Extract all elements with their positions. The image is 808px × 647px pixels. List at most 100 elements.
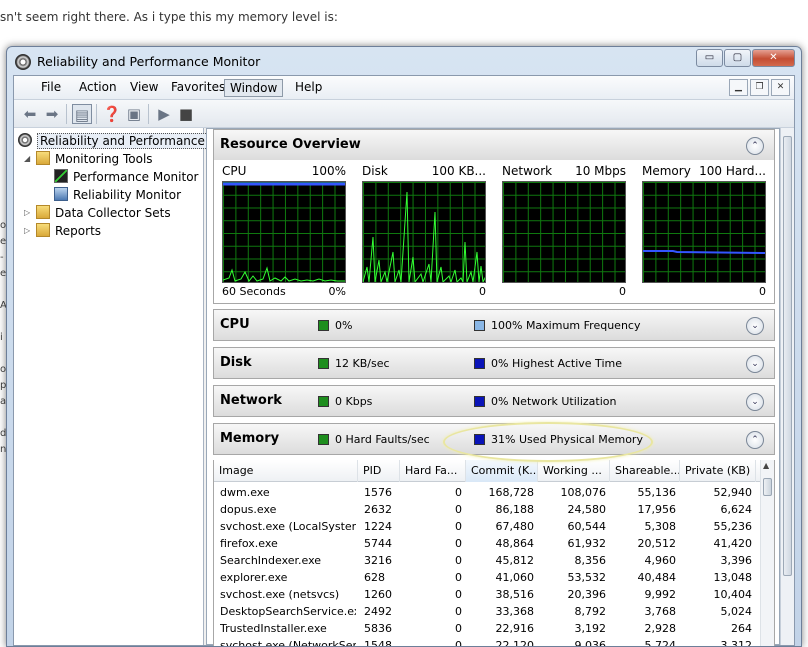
table-row[interactable]: svchost.exe (NetworkSer... 1548 0 22,120 9,0… <box>214 637 762 647</box>
table-cell: 6,624 <box>720 503 753 516</box>
expand-chevron-icon[interactable]: ⌄ <box>746 317 764 335</box>
mdi-restore-button[interactable]: ❐ <box>750 79 769 96</box>
column-header[interactable]: PID <box>358 460 400 482</box>
back-arrow-icon[interactable]: ⬅ <box>20 104 40 124</box>
tree-item-reports[interactable]: Reports <box>36 222 101 240</box>
column-header[interactable]: Hard Fa... <box>400 460 466 482</box>
expand-triangle-icon[interactable]: ▷ <box>24 208 30 217</box>
maximize-button[interactable]: ▢ <box>724 49 751 67</box>
table-cell: 5836 <box>364 622 392 635</box>
table-cell: 9,992 <box>644 588 677 601</box>
title-bar[interactable]: Reliability and Performance Monitor ▭ ▢ … <box>7 47 801 75</box>
forward-arrow-icon[interactable]: ➡ <box>42 104 62 124</box>
table-row[interactable]: dopus.exe 2632 0 86,188 24,580 17,956 6,624 <box>214 501 762 518</box>
scroll-up-arrow-icon[interactable]: ▲ <box>763 461 769 470</box>
network-section-header[interactable]: Network 0 Kbps 0% Network Utilization ⌄ <box>213 385 775 417</box>
table-cell: 0 <box>455 486 462 499</box>
table-cell: 2,928 <box>644 622 677 635</box>
table-cell: 0 <box>455 639 462 647</box>
performance-chart-icon <box>54 169 68 183</box>
cpu-usage-metric: 0% <box>318 319 352 332</box>
close-button[interactable]: ✕ <box>752 49 795 67</box>
metric-value: 0 Kbps <box>335 395 373 408</box>
table-cell: svchost.exe (LocalSystem... <box>220 520 356 533</box>
tree-item-reliability-monitor[interactable]: Reliability Monitor <box>54 186 181 204</box>
disk-graph-lines <box>363 191 485 282</box>
navigation-tree: Reliability and Performance ◢ Monitoring… <box>14 128 208 645</box>
table-row[interactable]: TrustedInstaller.exe 5836 0 22,916 3,192 2,92… <box>214 620 762 637</box>
tree-item-root[interactable]: Reliability and Performance <box>18 132 208 150</box>
table-row[interactable]: dwm.exe 1576 0 168,728 108,076 55,136 52,940 <box>214 484 762 501</box>
table-row[interactable]: svchost.exe (LocalSystem... 1224 0 67,480 60… <box>214 518 762 535</box>
tree-item-label: Performance Monitor <box>73 170 199 184</box>
tree-item-label: Reports <box>55 224 102 238</box>
properties-icon[interactable]: ▣ <box>124 104 144 124</box>
column-header[interactable]: Private (KB) <box>680 460 756 482</box>
column-header[interactable]: Working ... <box>538 460 610 482</box>
column-header[interactable]: Shareable... <box>610 460 680 482</box>
table-cell: dwm.exe <box>220 486 270 499</box>
menu-favorites[interactable]: Favorites <box>166 79 230 97</box>
menu-file[interactable]: File <box>36 79 66 97</box>
menu-view[interactable]: View <box>125 79 163 97</box>
table-row[interactable]: firefox.exe 5744 0 48,864 61,932 20,512 41,420 <box>214 535 762 552</box>
mdi-close-button[interactable]: ✕ <box>771 79 790 96</box>
table-cell: dopus.exe <box>220 503 277 516</box>
tree-item-monitoring-tools[interactable]: Monitoring Tools <box>36 150 153 168</box>
table-cell: 0 <box>455 588 462 601</box>
table-cell: 1548 <box>364 639 392 647</box>
table-cell: firefox.exe <box>220 537 278 550</box>
network-utilization-metric: 0% Network Utilization <box>474 395 617 408</box>
table-row[interactable]: explorer.exe 628 0 41,060 53,532 40,484 13,048 <box>214 569 762 586</box>
play-icon[interactable]: ▶ <box>154 104 174 124</box>
section-title: Network <box>220 393 282 408</box>
expand-chevron-icon[interactable]: ⌄ <box>746 355 764 373</box>
window-title: Reliability and Performance Monitor <box>37 54 261 69</box>
tree-item-data-collector-sets[interactable]: Data Collector Sets <box>36 204 171 222</box>
table-row[interactable]: svchost.exe (netsvcs) 1260 0 38,516 20,396 9,… <box>214 586 762 603</box>
table-row[interactable]: DesktopSearchService.exe 2492 0 33,368 8,792… <box>214 603 762 620</box>
show-tree-icon[interactable]: ▤ <box>72 104 92 124</box>
disk-section-header[interactable]: Disk 12 KB/sec 0% Highest Active Time ⌄ <box>213 347 775 379</box>
green-swatch-icon <box>318 396 329 407</box>
memory-graph <box>642 181 766 283</box>
column-header[interactable]: Commit (K... <box>466 460 538 482</box>
minimize-button[interactable]: ▭ <box>696 49 723 67</box>
pane-scrollbar[interactable] <box>780 128 794 645</box>
metric-value: 0 Hard Faults/sec <box>335 433 430 446</box>
tree-item-performance-monitor[interactable]: Performance Monitor <box>54 168 198 186</box>
section-title: Resource Overview <box>220 137 361 152</box>
table-cell: 5,024 <box>720 605 753 618</box>
stop-icon[interactable]: ■ <box>176 104 196 124</box>
collapse-chevron-icon[interactable]: ⌃ <box>746 137 764 155</box>
resource-overview-header[interactable]: Resource Overview ⌃ <box>213 129 775 161</box>
table-scrollbar[interactable]: ▲ ▼ <box>760 460 774 646</box>
menu-window[interactable]: Window <box>224 79 284 97</box>
memory-section-header[interactable]: Memory 0 Hard Faults/sec 31% Used Physic… <box>213 423 775 455</box>
expand-triangle-icon[interactable]: ▷ <box>24 226 30 235</box>
expand-chevron-icon[interactable]: ⌄ <box>746 393 764 411</box>
cpu-section-header[interactable]: CPU 0% 100% Maximum Frequency ⌄ <box>213 309 775 341</box>
menu-action[interactable]: Action <box>74 79 122 97</box>
graph-label: Disk <box>362 164 388 178</box>
toolbar-separator <box>148 104 149 124</box>
help-icon[interactable]: ❓ <box>102 104 122 124</box>
folder-icon <box>36 151 50 165</box>
collapse-triangle-icon[interactable]: ◢ <box>24 154 30 163</box>
section-title: CPU <box>220 317 250 332</box>
pane-scroll-thumb[interactable] <box>783 136 792 576</box>
menu-help[interactable]: Help <box>290 79 327 97</box>
scroll-thumb[interactable] <box>763 478 772 496</box>
table-cell: 3216 <box>364 554 392 567</box>
column-header[interactable]: Image <box>214 460 358 482</box>
mdi-minimize-button[interactable]: ▁ <box>729 79 748 96</box>
collapse-chevron-icon[interactable]: ⌃ <box>746 431 764 449</box>
cpu-graph <box>222 181 346 283</box>
table-cell: 5744 <box>364 537 392 550</box>
table-row[interactable]: SearchIndexer.exe 3216 0 45,812 8,356 4,960 3,… <box>214 552 762 569</box>
cpu-frequency-metric: 100% Maximum Frequency <box>474 319 640 332</box>
table-cell: 22,120 <box>495 639 535 647</box>
hard-faults-metric: 0 Hard Faults/sec <box>318 433 430 446</box>
table-cell: 8,356 <box>574 554 607 567</box>
post-text: sn't seem right there. As i type this my… <box>0 10 338 24</box>
